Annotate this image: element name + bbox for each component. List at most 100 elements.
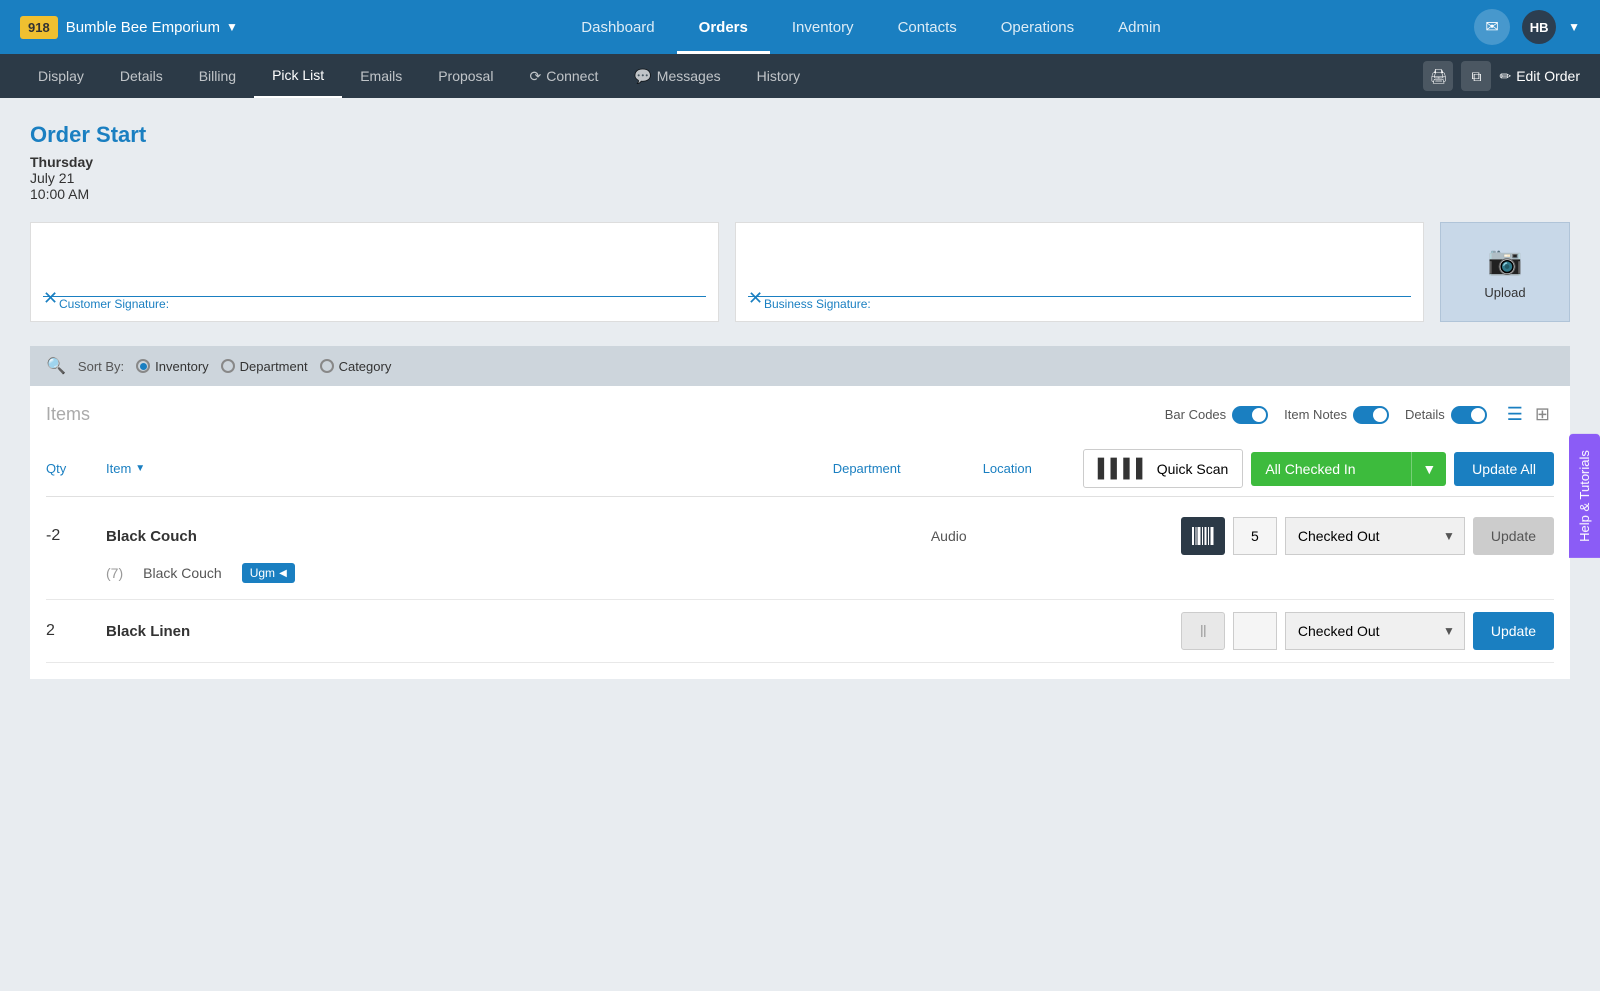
item-row-actions: Checked Out Checked In Missing ▼ Update bbox=[1181, 517, 1554, 555]
nav-dashboard[interactable]: Dashboard bbox=[559, 0, 676, 54]
details-toggle[interactable] bbox=[1451, 406, 1487, 424]
nav-contacts[interactable]: Contacts bbox=[876, 0, 979, 54]
tab-messages[interactable]: 💬 Messages bbox=[616, 54, 738, 98]
print-icon[interactable]: 🖨 bbox=[1423, 61, 1453, 91]
quick-scan-barcode-icon: ▌▌▌▌ bbox=[1098, 458, 1149, 479]
table-header: Qty Item ▼ Department Location ▌▌▌▌ Quic… bbox=[46, 441, 1554, 497]
upload-box[interactable]: 📷 Upload bbox=[1440, 222, 1570, 322]
brand-badge: 918 bbox=[20, 16, 58, 39]
item-row: -2 Black Couch Audio bbox=[46, 505, 1554, 600]
copy-icon[interactable]: ⧉ bbox=[1461, 61, 1491, 91]
item-sub-num: (7) bbox=[106, 565, 123, 581]
item-sub-dept: Black Couch bbox=[143, 565, 222, 581]
col-header-actions: ▌▌▌▌ Quick Scan All Checked In All Check… bbox=[1083, 449, 1554, 488]
sort-department[interactable]: Department bbox=[221, 359, 308, 374]
qty-input-2[interactable] bbox=[1233, 612, 1277, 650]
item-notes-toggle-label: Item Notes bbox=[1284, 407, 1347, 422]
sub-nav-right: 🖨 ⧉ ✏ Edit Order bbox=[1423, 61, 1580, 91]
grid-view-button[interactable]: ⊞ bbox=[1531, 402, 1554, 427]
update-all-button[interactable]: Update All bbox=[1454, 452, 1554, 486]
items-panel: Items Bar Codes Item Notes Details ☰ ⊞ bbox=[30, 386, 1570, 679]
barcode-scan-icon-2 bbox=[1192, 622, 1214, 640]
nav-operations[interactable]: Operations bbox=[979, 0, 1096, 54]
camera-icon: 📷 bbox=[1488, 244, 1523, 277]
col-header-loc: Location bbox=[983, 461, 1083, 476]
user-chevron-icon[interactable]: ▼ bbox=[1568, 20, 1580, 34]
order-start-title: Order Start bbox=[30, 122, 1570, 148]
item-tag[interactable]: Ugm ◀ bbox=[242, 563, 295, 583]
all-checked-in-select[interactable]: All Checked In All Checked Out bbox=[1251, 452, 1411, 486]
nav-admin[interactable]: Admin bbox=[1096, 0, 1183, 54]
customer-sig-label: Customer Signature: bbox=[59, 297, 169, 311]
status-select-wrapper-2: Checked Out Checked In Missing ▼ bbox=[1285, 612, 1465, 650]
item-sort-icon[interactable]: ▼ bbox=[135, 463, 145, 474]
connect-icon: ⟳ bbox=[529, 68, 541, 85]
barcode-scan-button[interactable] bbox=[1181, 517, 1225, 555]
tab-history[interactable]: History bbox=[739, 54, 819, 98]
sort-inventory[interactable]: Inventory bbox=[136, 359, 208, 374]
sub-nav: Display Details Billing Pick List Emails… bbox=[0, 54, 1600, 98]
messages-icon: 💬 bbox=[634, 68, 651, 85]
tab-pick-list[interactable]: Pick List bbox=[254, 54, 342, 98]
tab-billing[interactable]: Billing bbox=[181, 54, 254, 98]
tag-arrow-icon: ◀ bbox=[279, 568, 287, 579]
all-checked-in-chevron[interactable]: ▼ bbox=[1411, 452, 1446, 486]
item-notes-toggle-group: Item Notes bbox=[1284, 406, 1389, 424]
barcodes-toggle[interactable] bbox=[1232, 406, 1268, 424]
list-view-button[interactable]: ☰ bbox=[1503, 402, 1527, 427]
item-qty: -2 bbox=[46, 527, 106, 545]
item-name: Black Linen bbox=[106, 623, 931, 640]
tab-display[interactable]: Display bbox=[20, 54, 102, 98]
all-checked-in-wrapper: All Checked In All Checked Out ▼ bbox=[1251, 452, 1446, 486]
barcodes-toggle-group: Bar Codes bbox=[1165, 406, 1268, 424]
item-notes-toggle[interactable] bbox=[1353, 406, 1389, 424]
tab-proposal[interactable]: Proposal bbox=[420, 54, 511, 98]
inbox-icon[interactable]: ✉ bbox=[1474, 9, 1510, 45]
quick-scan-button[interactable]: ▌▌▌▌ Quick Scan bbox=[1083, 449, 1244, 488]
item-name: Black Couch bbox=[106, 528, 931, 545]
update-button-2[interactable]: Update bbox=[1473, 612, 1554, 650]
nav-inventory[interactable]: Inventory bbox=[770, 0, 876, 54]
details-toggle-label: Details bbox=[1405, 407, 1445, 422]
qty-input[interactable] bbox=[1233, 517, 1277, 555]
page-content: Order Start Thursday July 21 10:00 AM ✕ … bbox=[0, 98, 1600, 703]
update-button[interactable]: Update bbox=[1473, 517, 1554, 555]
item-row-main: 2 Black Linen Checked Out bbox=[46, 612, 1554, 650]
business-sig-label: Business Signature: bbox=[764, 297, 871, 311]
sort-category[interactable]: Category bbox=[320, 359, 392, 374]
items-controls: Bar Codes Item Notes Details ☰ ⊞ bbox=[1165, 402, 1554, 427]
nav-right: ✉ HB ▼ bbox=[1474, 9, 1580, 45]
business-sig-clear[interactable]: ✕ bbox=[748, 288, 763, 309]
help-sidebar[interactable]: Help & Tutorials bbox=[1569, 434, 1600, 558]
details-toggle-group: Details bbox=[1405, 406, 1487, 424]
order-start-date: July 21 bbox=[30, 170, 1570, 186]
sort-label: Sort By: bbox=[78, 359, 124, 374]
status-select-wrapper: Checked Out Checked In Missing ▼ bbox=[1285, 517, 1465, 555]
barcode-scan-icon bbox=[1192, 527, 1214, 545]
items-header: Items Bar Codes Item Notes Details ☰ ⊞ bbox=[46, 402, 1554, 427]
col-header-item: Item ▼ bbox=[106, 461, 833, 476]
customer-sig-clear[interactable]: ✕ bbox=[43, 288, 58, 309]
nav-orders[interactable]: Orders bbox=[677, 0, 770, 54]
status-select-2[interactable]: Checked Out Checked In Missing bbox=[1285, 612, 1465, 650]
tab-connect[interactable]: ⟳ Connect bbox=[511, 54, 616, 98]
item-row: 2 Black Linen Checked Out bbox=[46, 600, 1554, 663]
order-start-time: 10:00 AM bbox=[30, 186, 1570, 202]
brand-chevron-icon[interactable]: ▼ bbox=[226, 20, 238, 34]
item-qty: 2 bbox=[46, 622, 106, 640]
signature-row: ✕ Customer Signature: ✕ Business Signatu… bbox=[30, 222, 1570, 322]
tab-details[interactable]: Details bbox=[102, 54, 181, 98]
sort-search-icon[interactable]: 🔍 bbox=[46, 356, 66, 376]
avatar[interactable]: HB bbox=[1522, 10, 1556, 44]
item-row-main: -2 Black Couch Audio bbox=[46, 517, 1554, 555]
sort-bar: 🔍 Sort By: Inventory Department Category bbox=[30, 346, 1570, 386]
edit-order-button[interactable]: ✏ Edit Order bbox=[1499, 68, 1580, 85]
top-nav: 918 Bumble Bee Emporium ▼ Dashboard Orde… bbox=[0, 0, 1600, 54]
brand-name: Bumble Bee Emporium bbox=[66, 19, 220, 36]
status-select[interactable]: Checked Out Checked In Missing bbox=[1285, 517, 1465, 555]
customer-signature-box[interactable]: ✕ Customer Signature: bbox=[30, 222, 719, 322]
barcode-scan-button-2[interactable] bbox=[1181, 612, 1225, 650]
tab-emails[interactable]: Emails bbox=[342, 54, 420, 98]
business-signature-box[interactable]: ✕ Business Signature: bbox=[735, 222, 1424, 322]
item-dept: Audio bbox=[931, 528, 1081, 544]
